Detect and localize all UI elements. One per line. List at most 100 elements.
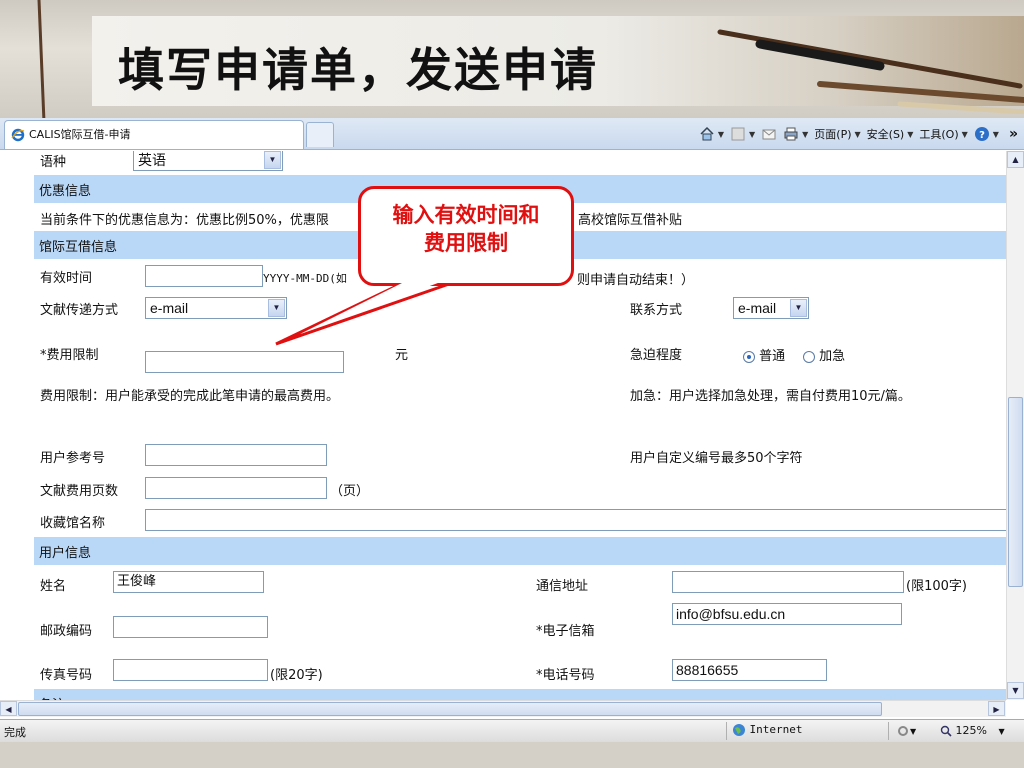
help-button[interactable]: ? ▼ — [974, 126, 999, 142]
fee-limit-unit: 元 — [395, 348, 409, 363]
status-divider — [888, 722, 889, 740]
valid-time-hint-tail: 则申请自动结束！） — [577, 273, 695, 288]
section-remarks: 备注 — [34, 689, 1006, 700]
page-menu[interactable]: 页面(P) ▼ — [814, 126, 860, 142]
section-user: 用户信息 — [34, 537, 1006, 565]
delivery-method-label: 文献传递方式 — [40, 303, 119, 318]
feeds-button[interactable]: ▼ — [730, 126, 755, 142]
zoom-level: 125% — [955, 724, 987, 737]
security-zone: Internet — [732, 723, 802, 737]
valid-time-input[interactable] — [145, 265, 263, 287]
pages-label: 文献费用页数 — [40, 484, 119, 499]
status-divider — [726, 722, 727, 740]
status-text: 完成 — [4, 726, 26, 739]
postcode-input[interactable] — [113, 616, 268, 638]
urgency-normal-radio[interactable] — [743, 350, 755, 363]
more-commands-chevron[interactable]: » — [1009, 126, 1018, 142]
email-label: *电子信箱 — [536, 624, 595, 639]
printer-icon — [784, 127, 798, 141]
valid-time-hint: YYYY-MM-DD(如 — [263, 272, 347, 285]
delivery-method-value: e-mail — [150, 300, 189, 316]
language-select-value: 英语 — [138, 152, 166, 168]
urgency-urgent-option[interactable]: 加急 — [803, 345, 845, 364]
scroll-left-button[interactable]: ◀ — [0, 701, 17, 716]
callout-bubble: 输入有效时间和 费用限制 — [358, 186, 574, 286]
zoom-control[interactable]: 125% ▼ — [940, 724, 1005, 737]
zoom-icon — [940, 725, 952, 737]
ref-no-label: 用户参考号 — [40, 451, 106, 466]
fax-hint: (限20字) — [270, 668, 323, 683]
email-input[interactable]: info@bfsu.edu.cn — [672, 603, 902, 625]
holding-library-label: 收藏馆名称 — [40, 516, 106, 531]
tab-bar: CALIS馆际互借-申请 ▼ ▼ ▼ 页面(P) ▼ 安全(S) ▼ 工具(O)… — [0, 118, 1024, 150]
feed-icon — [731, 127, 745, 141]
tab-calis-request[interactable]: CALIS馆际互借-申请 — [4, 120, 304, 149]
language-select[interactable]: 英语 ▼ — [133, 151, 283, 171]
safety-menu-label: 安全(S) — [866, 128, 905, 141]
language-label: 语种 — [40, 155, 67, 170]
slide-title: 填写申请单，发送申请 — [118, 43, 598, 97]
page-menu-label: 页面(P) — [814, 128, 852, 141]
vertical-scroll-thumb[interactable] — [1008, 397, 1023, 587]
zone-label: Internet — [749, 723, 803, 736]
ref-no-hint: 用户自定义编号最多50个字符 — [630, 451, 803, 466]
discount-text: 当前条件下的优惠信息为：优惠比例50%，优惠限 — [40, 213, 329, 228]
urgency-normal-option[interactable]: 普通 — [743, 345, 785, 364]
horizontal-scrollbar[interactable]: ◀ ▶ — [0, 700, 1006, 717]
chevron-down-icon: ▼ — [264, 151, 281, 169]
pages-input[interactable] — [145, 477, 327, 499]
callout-text: 输入有效时间和 费用限制 — [361, 201, 571, 257]
delivery-method-select[interactable]: e-mail ▼ — [145, 297, 287, 319]
phone-label: *电话号码 — [536, 668, 595, 683]
valid-time-label: 有效时间 — [40, 271, 93, 286]
address-hint: (限100字) — [906, 579, 967, 594]
name-input[interactable]: 王俊峰 — [113, 571, 264, 593]
vertical-scrollbar[interactable]: ▲ ▼ — [1006, 151, 1024, 700]
fax-input[interactable] — [113, 659, 268, 681]
mail-button[interactable] — [761, 126, 777, 142]
urgent-note: 加急：用户选择加急处理，需自付费用10元/篇。 — [630, 389, 911, 404]
print-button[interactable]: ▼ — [783, 126, 808, 142]
chevron-down-icon: ▼ — [998, 727, 1005, 736]
mail-icon — [762, 129, 776, 140]
safety-menu[interactable]: 安全(S) ▼ — [867, 126, 914, 142]
callout-line-1: 输入有效时间和 — [392, 203, 540, 227]
scroll-down-button[interactable]: ▼ — [1007, 682, 1024, 699]
callout-line-2: 费用限制 — [424, 231, 508, 255]
new-tab-button[interactable] — [306, 122, 334, 147]
scroll-right-button[interactable]: ▶ — [988, 701, 1005, 716]
contact-method-label: 联系方式 — [630, 303, 683, 318]
status-bar: 完成 Internet ▼ 125% ▼ — [0, 719, 1024, 742]
contact-method-value: e-mail — [738, 300, 777, 316]
section-discount-title: 优惠信息 — [39, 184, 92, 199]
help-icon: ? — [974, 127, 989, 141]
home-icon — [700, 126, 714, 141]
settings-icon — [898, 726, 908, 736]
postcode-label: 邮政编码 — [40, 624, 93, 639]
address-input[interactable] — [672, 571, 904, 593]
scroll-up-button[interactable]: ▲ — [1007, 151, 1024, 168]
brush-decoration-left — [37, 0, 46, 122]
horizontal-scroll-thumb[interactable] — [18, 702, 882, 716]
fee-limit-input[interactable] — [145, 351, 344, 373]
chevron-down-icon: ▼ — [790, 299, 807, 317]
tab-title: CALIS馆际互借-申请 — [29, 128, 131, 141]
urgency-label: 急迫程度 — [630, 348, 683, 363]
fee-limit-label: *费用限制 — [40, 348, 99, 363]
chevron-down-icon: ▼ — [268, 299, 285, 317]
fee-limit-note: 费用限制：用户能承受的完成此笔申请的最高费用。 — [40, 389, 340, 404]
home-button[interactable]: ▼ — [699, 126, 724, 142]
holding-library-input[interactable] — [145, 509, 1006, 531]
ref-no-input[interactable] — [145, 444, 327, 466]
discount-text-tail: 高校馆际互借补贴 — [578, 213, 683, 228]
protected-mode-button[interactable]: ▼ — [896, 724, 916, 738]
name-label: 姓名 — [40, 579, 67, 594]
tools-menu[interactable]: 工具(O) ▼ — [919, 126, 967, 142]
section-ill-title: 馆际互借信息 — [39, 240, 118, 255]
ie-icon — [11, 128, 25, 142]
tools-menu-label: 工具(O) — [919, 128, 959, 141]
phone-input[interactable]: 88816655 — [672, 659, 827, 681]
contact-method-select[interactable]: e-mail ▼ — [733, 297, 809, 319]
urgency-urgent-radio[interactable] — [803, 350, 815, 363]
slide-footer — [0, 742, 1024, 768]
